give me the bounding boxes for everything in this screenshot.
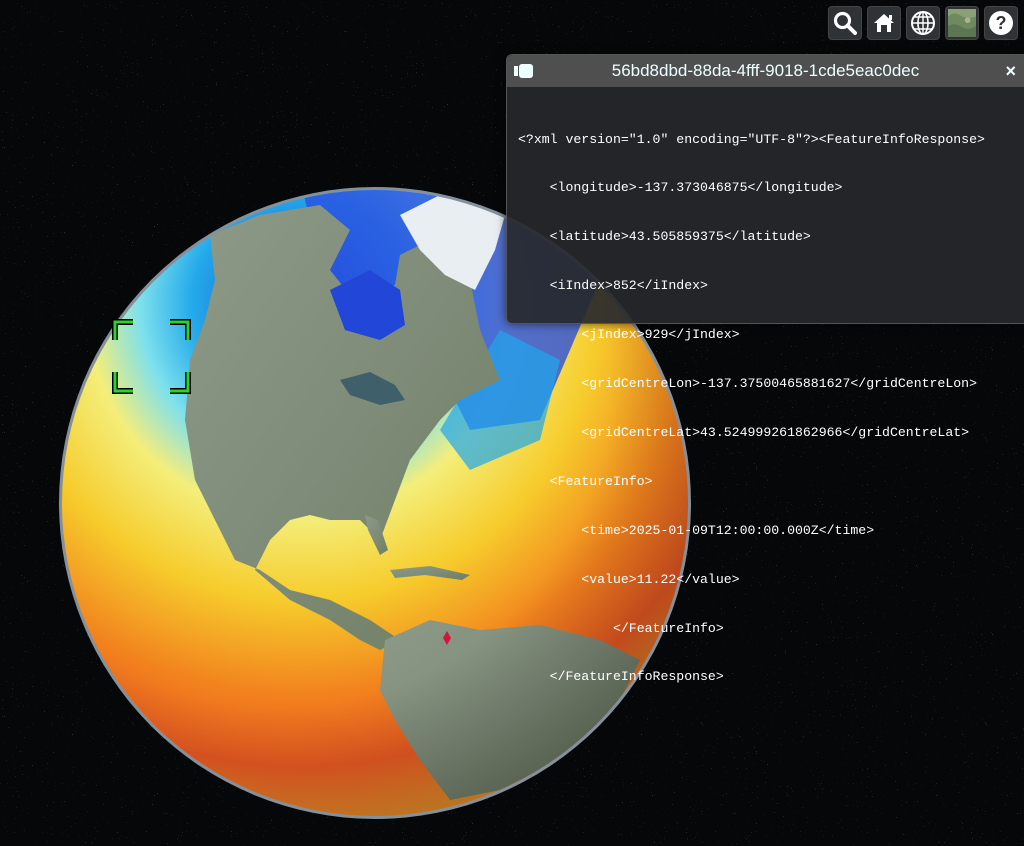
- xml-line: <longitude>-137.373046875</longitude>: [518, 180, 843, 196]
- xml-line: <value>11.22</value>: [518, 571, 740, 587]
- xml-line: <time>2025-01-09T12:00:00.000Z</time>: [518, 522, 875, 538]
- base-layer-picker-icon: [948, 9, 976, 37]
- camera-icon[interactable]: [514, 64, 534, 78]
- xml-line: <gridCentreLon>-137.37500465881627</grid…: [518, 376, 977, 392]
- xml-line: </FeatureInfo>: [518, 620, 724, 636]
- home-icon: [874, 14, 894, 32]
- xml-line: <jIndex>929</jIndex>: [518, 327, 740, 343]
- toolbar: ?: [828, 6, 1018, 40]
- globe-icon: [911, 11, 935, 35]
- info-box-content: <?xml version="1.0" encoding="UTF-8"?><F…: [507, 87, 1024, 718]
- geocoder-search-button[interactable]: [828, 6, 862, 40]
- info-box-header: 56bd8dbd-88da-4fff-9018-1cde5eac0dec ×: [507, 55, 1024, 87]
- xml-line: <?xml version="1.0" encoding="UTF-8"?><F…: [518, 131, 985, 147]
- base-layer-picker-button[interactable]: [945, 6, 979, 40]
- svg-text:?: ?: [996, 13, 1007, 33]
- xml-line: <gridCentreLat>43.524999261862966</gridC…: [518, 424, 970, 440]
- help-icon: ?: [989, 11, 1013, 35]
- xml-line: <iIndex>852</iIndex>: [518, 278, 708, 294]
- feature-info-box: 56bd8dbd-88da-4fff-9018-1cde5eac0dec × <…: [506, 54, 1024, 684]
- xml-line: <latitude>43.505859375</latitude>: [518, 229, 811, 245]
- close-button[interactable]: ×: [1005, 61, 1016, 81]
- home-view-button[interactable]: [867, 6, 901, 40]
- help-button[interactable]: ?: [984, 6, 1018, 40]
- xml-line: <FeatureInfo>: [518, 473, 653, 489]
- search-icon: [833, 11, 857, 35]
- scene-mode-button[interactable]: [906, 6, 940, 40]
- info-box-title: 56bd8dbd-88da-4fff-9018-1cde5eac0dec: [611, 61, 920, 80]
- xml-line: </FeatureInfoResponse>: [518, 669, 724, 685]
